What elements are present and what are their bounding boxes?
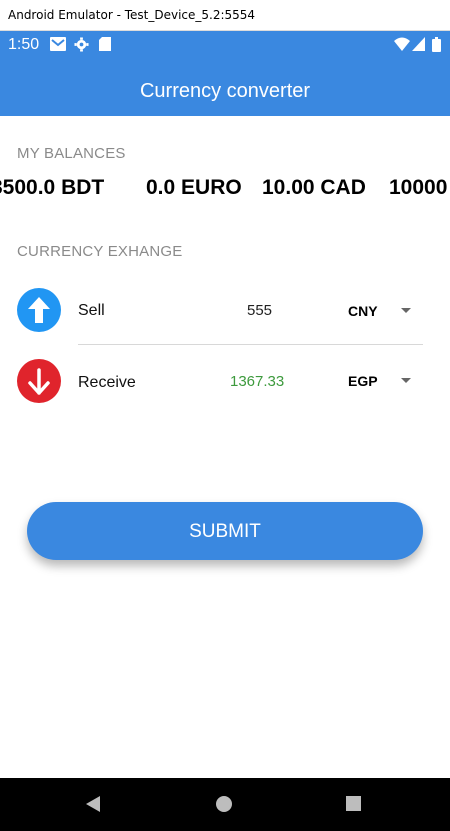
emulator-title: Android Emulator - Test_Device_5.2:5554 [8,8,256,22]
battery-icon [432,37,441,57]
exchange-section-label: CURRENCY EXHANGE [17,243,183,260]
page-title: Currency converter [139,80,311,102]
recents-icon[interactable] [346,796,361,811]
sd-card-icon [99,37,111,56]
signal-icon [412,37,425,56]
sell-label: Sell [78,302,105,319]
balance-item: 10.00 CAD [262,176,366,199]
receive-label: Receive [78,374,136,391]
status-bar: 1:50 [0,31,450,58]
divider [78,344,423,345]
chevron-down-icon[interactable] [401,308,411,313]
navigation-bar [0,778,450,831]
gmail-icon [50,37,66,56]
balance-item: 10000 [389,176,448,199]
arrow-down-icon [17,359,61,403]
receive-amount: 1367.33 [230,373,285,390]
submit-button[interactable]: SUBMIT [27,502,423,560]
sell-currency-select[interactable]: CNY [348,303,378,319]
chevron-down-icon[interactable] [401,378,411,383]
receive-currency-select[interactable]: EGP [348,373,378,389]
home-icon[interactable] [216,796,232,812]
balances-list[interactable]: 3500.0 BDT 0.0 EURO 10.00 CAD 10000 [0,176,450,206]
balance-item: 0.0 EURO [146,176,242,199]
back-icon[interactable] [86,796,100,812]
sell-amount-input[interactable]: 555 [247,302,272,319]
arrow-up-icon [17,288,61,332]
wifi-icon [394,37,410,56]
status-time: 1:50 [8,36,40,53]
emulator-title-bar: Android Emulator - Test_Device_5.2:5554 [0,0,450,31]
balances-section-label: MY BALANCES [17,145,126,162]
settings-icon [74,37,89,57]
balance-item: 3500.0 BDT [0,176,105,199]
submit-button-label: SUBMIT [189,521,261,542]
app-bar: Currency converter [0,58,450,116]
